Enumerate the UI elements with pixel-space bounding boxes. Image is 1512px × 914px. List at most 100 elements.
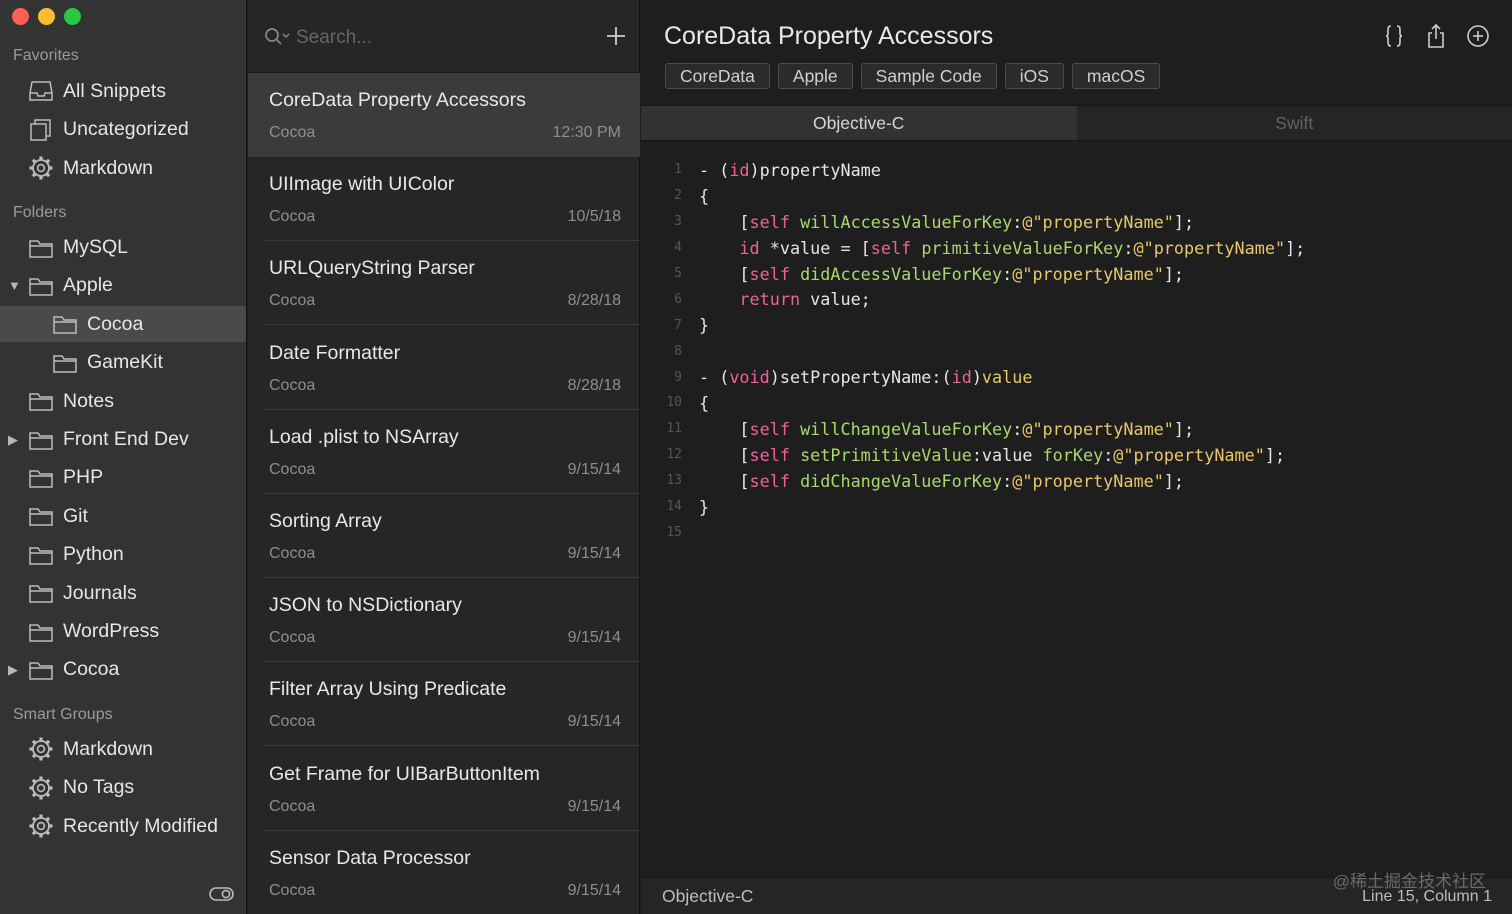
gear-icon [28,155,54,181]
sidebar-item-gamekit[interactable]: GameKit [0,345,246,381]
sidebar-item-markdown[interactable]: Markdown [0,731,246,767]
snippet-item-title: Filter Array Using Predicate [269,678,507,701]
code-token: ]; [1264,444,1286,465]
code-token: primitiveValueForKey [921,237,1124,258]
toggle-icon[interactable] [209,886,234,902]
close-window-button[interactable] [12,8,29,25]
tag-chip[interactable]: CoreData [665,63,770,89]
snippet-list-item[interactable]: Filter Array Using Predicate Cocoa 9/15/14 [248,662,640,747]
sidebar-item-php[interactable]: PHP [0,460,246,496]
sidebar-item-apple[interactable]: ▼ Apple [0,268,246,304]
tab-swift[interactable]: Swift [1077,106,1512,140]
tag-chip[interactable]: Apple [777,63,853,89]
sidebar-item-mysql[interactable]: MySQL [0,230,246,266]
disclosure-collapsed-icon[interactable]: ▶ [8,663,20,676]
code-line[interactable]: 1- (id)propertyName [641,157,1512,183]
sidebar-item-notes[interactable]: Notes [0,383,246,419]
code-token: id [729,159,750,180]
sidebar-item-git[interactable]: Git [0,498,246,534]
disclosure-expanded-icon[interactable]: ▼ [8,279,21,292]
code-line[interactable]: 11 [self willChangeValueForKey:@"propert… [641,416,1512,442]
code-token: @"propertyName" [1022,211,1174,232]
code-line[interactable]: 2{ [641,183,1512,209]
search-icon[interactable] [264,27,292,47]
code-line[interactable]: 10 { [641,390,1512,416]
code-token: self [749,211,790,232]
tag-chip[interactable]: iOS [1004,63,1064,89]
snippet-list-item[interactable]: JSON to NSDictionary Cocoa 9/15/14 [248,578,640,663]
code-line[interactable]: 15 [641,519,1512,545]
sidebar-item-cocoa[interactable]: ▶ Cocoa [0,652,246,688]
sidebar-item-label: Markdown [63,156,153,179]
minimize-window-button[interactable] [38,8,55,25]
zoom-window-button[interactable] [64,8,81,25]
line-number: 3 [674,214,682,230]
sidebar-item-markdown[interactable]: Markdown [0,150,246,186]
sidebar-item-label: Journals [63,581,137,604]
code-line[interactable]: 9- (void)setPropertyName:(id)value [641,364,1512,390]
tab-objective-c[interactable]: Objective-C [641,106,1077,140]
sidebar-item-front-end-dev[interactable]: ▶ Front End Dev [0,422,246,458]
code-line[interactable]: 3 [self willAccessValueForKey:@"property… [641,209,1512,235]
code-token: @"propertyName" [1133,237,1286,258]
snippet-item-title: CoreData Property Accessors [269,89,526,111]
tag-chip[interactable]: Sample Code [860,63,997,89]
code-line[interactable]: 8 [641,338,1512,364]
snippet-item-date: 12:30 PM [552,124,621,141]
braces-icon[interactable] [1382,23,1406,49]
code-line[interactable]: 13 [self didChangeValueForKey:@"property… [641,468,1512,494]
snippet-list-item[interactable]: URLQueryString Parser Cocoa 8/28/18 [248,241,640,326]
share-icon[interactable] [1424,23,1448,49]
sidebar-item-label: Uncategorized [63,118,189,140]
code-line[interactable]: 4 id *value = [self primitiveValueForKey… [641,235,1512,261]
sidebar-item-journals[interactable]: Journals [0,575,246,611]
code-line[interactable]: 12 [self setPrimitiveValue:value forKey:… [641,442,1512,468]
snippet-item-folder: Cocoa [269,124,316,141]
sidebar-item-python[interactable]: Python [0,537,246,573]
sidebar-item-label: No Tags [63,776,135,798]
snippet-list-item[interactable]: CoreData Property Accessors Cocoa 12:30 PM [248,73,640,157]
folder-icon [28,273,54,299]
code-line[interactable]: 14} [641,494,1512,520]
code-text: { [682,393,709,413]
sidebar-item-wordpress[interactable]: WordPress [0,614,246,650]
sidebar-item-no-tags[interactable]: No Tags [0,770,246,806]
code-token: @"propertyName" [1012,470,1164,491]
snippet-list-item[interactable]: Sorting Array Cocoa 9/15/14 [248,494,640,578]
sidebar-item-cocoa[interactable]: Cocoa [0,306,246,343]
code-line[interactable]: 7} [641,312,1512,338]
code-text: } [682,497,709,517]
snippet-list-item[interactable]: Get Frame for UIBarButtonItem Cocoa 9/15/1… [248,747,640,831]
add-circle-icon[interactable] [1466,23,1490,49]
line-number: 2 [674,188,682,204]
line-number: 11 [666,421,682,437]
sidebar-item-uncategorized[interactable]: Uncategorized [0,112,246,148]
code-editor[interactable]: 1- (id)propertyName 2{3 [self willAccessV… [641,157,1512,545]
snippet-item-folder: Cocoa [269,881,316,899]
disclosure-collapsed-icon[interactable]: ▶ [8,433,20,446]
tag-chip[interactable]: macOS [1071,63,1161,89]
code-token: : [1002,470,1013,491]
sidebar-item-recently-modified[interactable]: Recently Modified [0,808,246,844]
snippet-item-date: 9/15/14 [567,460,621,478]
code-token: ]; [1163,263,1185,284]
code-line[interactable]: 5 [self didAccessValueForKey:@"propertyN… [641,261,1512,287]
code-text: [self willChangeValueForKey:@"propertyNa… [682,419,1194,439]
add-snippet-button[interactable] [604,24,628,48]
snippet-item-title: Sorting Array [269,510,382,532]
snippet-list-item[interactable]: Date Formatter Cocoa 8/28/18 [248,326,640,410]
snippet-list-item[interactable]: Sensor Data Processor Cocoa 9/15/14 [248,831,640,914]
snippet-list: CoreData Property Accessors Cocoa 12:30 PM… [248,0,640,914]
snippet-item-title: Sensor Data Processor [269,846,471,869]
sidebar-item-label: Front End Dev [63,428,189,450]
code-token: self [870,237,912,258]
snippet-list-item[interactable]: UIImage with UIColor Cocoa 10/5/18 [248,157,640,242]
snippet-list-item[interactable]: Load .plist to NSArray Cocoa 9/15/14 [248,410,640,494]
snippet-item-folder: Cocoa [269,629,316,647]
status-language[interactable]: Objective-C [662,886,753,907]
search-input[interactable] [296,24,576,52]
code-line[interactable]: 6 return value; [641,286,1512,312]
snippet-title[interactable]: CoreData Property Accessors [664,22,993,51]
sidebar-item-all-snippets[interactable]: All Snippets [0,73,246,109]
